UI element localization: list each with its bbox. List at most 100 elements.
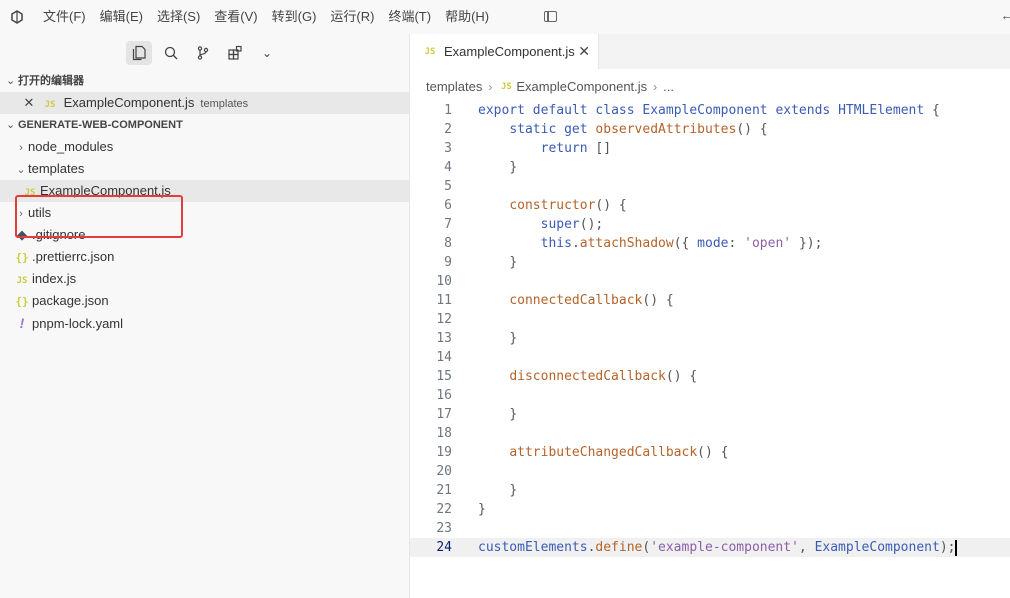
line-number: 12 xyxy=(436,312,452,327)
code-line[interactable]: 8 this.attachShadow({ mode: 'open' }); xyxy=(410,234,1010,253)
tab-example-component[interactable]: JS ExampleComponent.js ✕ xyxy=(410,34,599,69)
tree-item-package-json[interactable]: {} package.json xyxy=(0,290,409,312)
tree-item-label: ExampleComponent.js xyxy=(40,183,171,198)
code-line[interactable]: 3 return [] xyxy=(410,139,1010,158)
line-number: 17 xyxy=(436,407,452,422)
code-text: static get observedAttributes() { xyxy=(509,122,768,137)
breadcrumb-symbol[interactable]: ... xyxy=(663,77,674,97)
code-line[interactable]: 22} xyxy=(410,500,1010,519)
activity-toolbar: ⌄ xyxy=(126,41,280,65)
tree-item-pnpm-lock[interactable]: ! pnpm-lock.yaml xyxy=(0,312,409,334)
back-arrow-icon[interactable]: ← xyxy=(1000,7,1010,24)
menu-file[interactable]: 文件(F) xyxy=(36,0,93,34)
source-control-button[interactable] xyxy=(190,41,216,65)
chevron-right-icon: › xyxy=(488,80,493,94)
line-number: 23 xyxy=(436,521,452,536)
open-editors-title: 打开的编辑器 xyxy=(18,75,84,87)
editor-area: JS ExampleComponent.js ✕ templates › JS … xyxy=(410,34,1010,598)
open-editors-header[interactable]: ⌄ 打开的编辑器 xyxy=(0,70,409,92)
close-icon[interactable]: ✕ xyxy=(578,43,590,60)
tree-item-label: utils xyxy=(28,205,52,220)
tree-item-templates[interactable]: ⌄ templates xyxy=(0,158,409,180)
code-text: connectedCallback() { xyxy=(509,293,674,308)
code-line[interactable]: 19 attributeChangedCallback() { xyxy=(410,443,1010,462)
code-text: super(); xyxy=(540,217,604,232)
code-line[interactable]: 10 xyxy=(410,272,1010,291)
code-line[interactable]: 12 xyxy=(410,310,1010,329)
code-line[interactable]: 6 constructor() { xyxy=(410,196,1010,215)
js-file-icon: JS xyxy=(44,100,56,110)
yaml-file-icon: ! xyxy=(19,315,25,331)
code-text: } xyxy=(509,483,518,498)
project-title: GENERATE-WEB-COMPONENT xyxy=(18,119,183,131)
menu-selection[interactable]: 选择(S) xyxy=(150,0,207,34)
project-header[interactable]: ⌄ GENERATE-WEB-COMPONENT xyxy=(0,114,409,136)
app-logo-icon xyxy=(11,10,23,24)
chevron-down-icon: ⌄ xyxy=(261,46,273,60)
code-line[interactable]: 23 xyxy=(410,519,1010,538)
code-line[interactable]: 13 } xyxy=(410,329,1010,348)
code-line[interactable]: 1 export default class ExampleComponent e… xyxy=(410,101,1010,120)
code-text: } xyxy=(509,160,518,175)
close-icon[interactable]: ✕ xyxy=(22,92,36,114)
code-line[interactable]: 7 super(); xyxy=(410,215,1010,234)
open-editor-folder: templates xyxy=(200,98,249,110)
json-file-icon: {} xyxy=(15,295,29,308)
files-icon xyxy=(132,45,146,61)
text-cursor xyxy=(955,539,958,556)
menu-terminal[interactable]: 终端(T) xyxy=(381,0,438,34)
tree-item-label: index.js xyxy=(32,271,77,286)
code-text: } xyxy=(509,331,518,346)
code-line[interactable]: 5 xyxy=(410,177,1010,196)
code-line[interactable]: 18 xyxy=(410,424,1010,443)
tree-item-label: pnpm-lock.yaml xyxy=(32,316,124,331)
menu-run[interactable]: 运行(R) xyxy=(323,0,381,34)
chevron-right-icon: › xyxy=(653,80,658,94)
code-line[interactable]: 4 } xyxy=(410,158,1010,177)
tree-item-prettierrc[interactable]: {} .prettierrc.json xyxy=(0,246,409,268)
code-line[interactable]: 14 xyxy=(410,348,1010,367)
line-number: 21 xyxy=(436,483,452,498)
code-text: } xyxy=(478,502,486,517)
breadcrumb-folder[interactable]: templates xyxy=(426,77,482,97)
chevron-down-icon: ⌄ xyxy=(6,75,16,87)
menu-edit[interactable]: 编辑(E) xyxy=(93,0,150,34)
code-line[interactable]: 2 static get observedAttributes() { xyxy=(410,120,1010,139)
line-number: 9 xyxy=(444,255,452,270)
tree-item-index-js[interactable]: JS index.js xyxy=(0,268,409,290)
code-line[interactable]: 9 } xyxy=(410,253,1010,272)
menu-go[interactable]: 转到(G) xyxy=(265,0,324,34)
menu-help[interactable]: 帮助(H) xyxy=(438,0,496,34)
code-line[interactable]: 15 disconnectedCallback() { xyxy=(410,367,1010,386)
breadcrumb: templates › JS ExampleComponent.js › ... xyxy=(426,77,674,97)
open-editor-filename: ExampleComponent.js xyxy=(63,95,195,110)
line-number: 5 xyxy=(444,179,452,194)
tree-item-utils[interactable]: › utils xyxy=(0,202,409,224)
code-line[interactable]: 16 xyxy=(410,386,1010,405)
tab-label: ExampleComponent.js xyxy=(444,44,575,59)
tree-item-example-component[interactable]: JS ExampleComponent.js xyxy=(0,180,409,202)
extensions-button[interactable] xyxy=(222,41,248,65)
open-editor-item[interactable]: ✕ JS ExampleComponent.js templates xyxy=(0,92,409,114)
explorer-button[interactable] xyxy=(126,41,152,65)
search-icon xyxy=(164,46,178,60)
tree-item-gitignore[interactable]: ◆ .gitignore xyxy=(0,224,409,246)
code-line[interactable]: 20 xyxy=(410,462,1010,481)
more-views-button[interactable]: ⌄ xyxy=(254,41,280,65)
code-line[interactable]: 17 } xyxy=(410,405,1010,424)
js-file-icon: JS xyxy=(16,276,28,286)
breadcrumb-file[interactable]: ExampleComponent.js xyxy=(516,77,647,97)
menu-view[interactable]: 查看(V) xyxy=(207,0,264,34)
code-text: constructor() { xyxy=(509,198,627,213)
explorer-sidebar: ⌄ ⌄ 打开的编辑器 ✕ JS ExampleComponent.js templat… xyxy=(0,34,410,598)
chevron-down-icon: ⌄ xyxy=(16,164,26,176)
search-button[interactable] xyxy=(158,41,184,65)
line-number: 13 xyxy=(436,331,452,346)
code-line[interactable]: 11 connectedCallback() { xyxy=(410,291,1010,310)
code-text: disconnectedCallback() { xyxy=(509,369,698,384)
toggle-sidebar-icon[interactable] xyxy=(544,11,557,22)
chevron-down-icon: ⌄ xyxy=(6,119,16,131)
tree-item-node-modules[interactable]: › node_modules xyxy=(0,136,409,158)
code-line[interactable]: 21 } xyxy=(410,481,1010,500)
code-line[interactable]: 24 customElements.define('example-compone… xyxy=(410,538,1010,557)
